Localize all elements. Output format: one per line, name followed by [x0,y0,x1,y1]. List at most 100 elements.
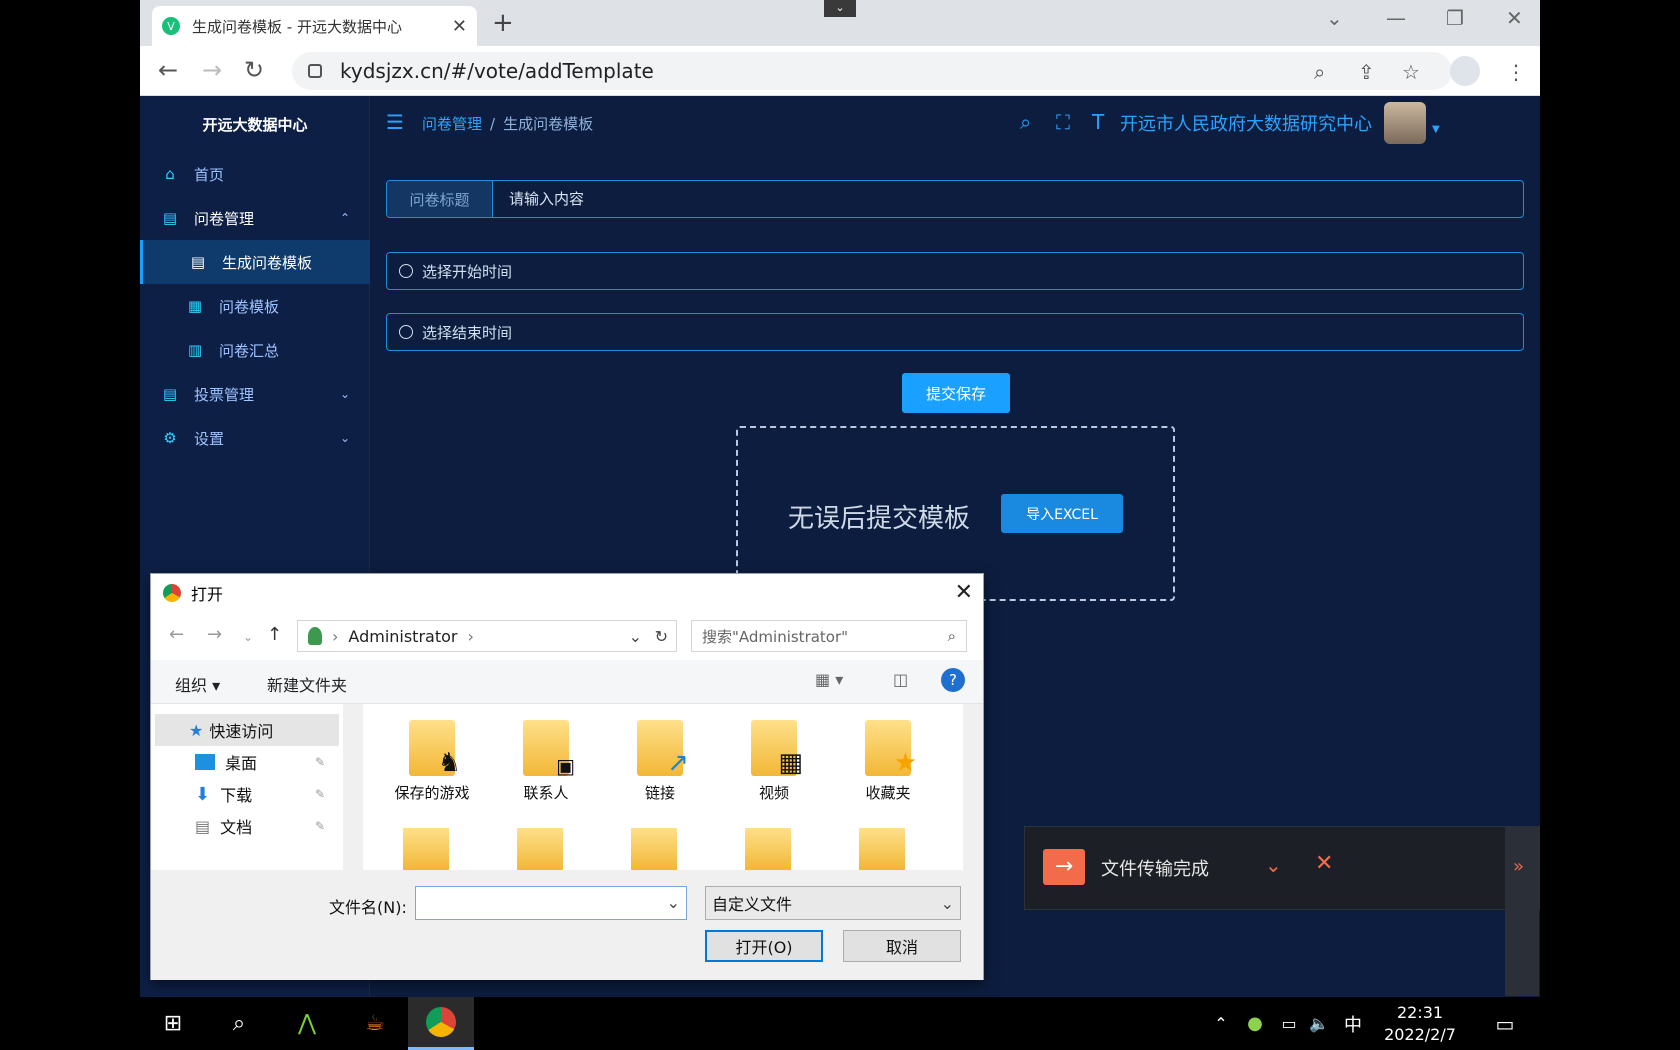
sidebar-item-home[interactable]: ⌂ 首页 [140,152,370,196]
folder-videos[interactable]: ▦ 视频 [721,720,827,803]
dialog-close-icon[interactable]: ✕ [955,580,973,605]
reload-icon[interactable]: ↻ [244,56,264,84]
app-green-icon[interactable]: ⋀ [282,997,332,1050]
pin-icon[interactable]: ✎ [315,787,325,801]
refresh-icon[interactable]: ↻ [655,627,668,646]
url-field[interactable]: kydsjzx.cn/#/vote/addTemplate [292,52,1452,90]
sidebar-item-survey-templates[interactable]: ▦ 问卷模板 [140,284,370,328]
collapse-menu-icon[interactable]: ☰ [386,110,404,134]
folder-saved-games[interactable]: ♞ 保存的游戏 [379,720,485,803]
folder-favorites[interactable]: ★ 收藏夹 [835,720,941,803]
pin-icon[interactable]: ✎ [315,755,325,769]
folder-links[interactable]: ↗ 链接 [607,720,713,803]
start-time-picker[interactable]: 选择开始时间 [386,252,1524,290]
downloads-item[interactable]: ⬇ 下载 ✎ [195,778,345,810]
organize-button[interactable]: 组织 ▾ [175,672,220,696]
documents-item[interactable]: ▤ 文档 ✎ [195,810,345,842]
folder-pictures-icon[interactable] [517,828,563,870]
font-size-icon[interactable]: T [1092,110,1104,134]
breadcrumb-separator: / [490,114,496,133]
clock[interactable]: 22:31 2022/2/7 [1378,1002,1462,1046]
folder-searches-icon[interactable] [403,828,449,870]
bookmark-star-icon[interactable]: ☆ [1402,60,1420,84]
zoom-icon[interactable]: ⌕ [1314,60,1325,84]
folder-music-icon[interactable] [859,828,905,870]
open-button[interactable]: 打开(O) [705,930,823,962]
network-icon[interactable]: ▭ [1274,997,1304,1050]
volume-muted-icon[interactable]: 🔈 [1304,997,1334,1050]
expand-icon[interactable]: » [1513,856,1524,877]
browser-tab[interactable]: V 生成问卷模板 - 开远大数据中心 ✕ [152,6,477,46]
path-segment[interactable]: Administrator [348,627,457,646]
menu-dots-icon[interactable]: ⋮ [1506,60,1526,84]
filename-input[interactable]: ⌄ [415,886,687,920]
survey-title-input[interactable] [493,181,1523,217]
tray-chevron-up-icon[interactable]: ⌃ [1206,997,1236,1050]
chevron-down-icon[interactable]: ⌄ [667,893,680,912]
desktop-item[interactable]: 桌面 ✎ [195,746,345,778]
filetype-select[interactable]: 自定义文件 ⌄ [705,886,961,920]
survey-title-label: 问卷标题 [387,181,493,217]
folder-icon: ▣ [523,720,575,778]
dialog-search-input[interactable]: 搜索"Administrator" ⌕ [691,620,967,652]
import-excel-button[interactable]: 导入EXCEL [1001,494,1123,533]
view-options-icon[interactable]: ▦ ▾ [815,670,843,689]
close-window-button[interactable]: ✕ [1506,6,1523,30]
submit-save-button[interactable]: 提交保存 [902,373,1010,413]
recent-chevron-icon[interactable]: ⌄ [243,630,253,644]
new-tab-button[interactable]: + [492,8,514,38]
ime-indicator[interactable]: 中 [1338,997,1368,1050]
fullscreen-icon[interactable]: ⛶ [1056,110,1070,134]
avatar[interactable] [1384,102,1426,144]
breadcrumb-parent[interactable]: 问卷管理 [422,113,482,134]
forward-icon[interactable]: → [202,56,222,84]
back-icon[interactable]: ← [158,56,178,84]
address-bar: ← → ↻ kydsjzx.cn/#/vote/addTemplate ⌕ ⇪ … [140,46,1540,96]
forward-icon[interactable]: → [207,624,222,645]
caret-down-icon[interactable]: ▼ [1432,124,1440,135]
search-icon[interactable]: ⌕ [214,997,264,1050]
desktop-icon [195,754,215,770]
pin-icon[interactable]: ✎ [315,819,325,833]
sidebar-item-vote-management[interactable]: ▤ 投票管理 ⌄ [140,372,370,416]
folder-documents-icon[interactable] [631,828,677,870]
clipboard-icon: ▤ [190,253,206,271]
folder-contacts[interactable]: ▣ 联系人 [493,720,599,803]
tab-search-chevron-icon[interactable]: ⌄ [824,0,856,17]
folder-downloads-icon[interactable] [745,828,791,870]
share-icon[interactable]: ⇪ [1358,60,1375,84]
preview-pane-icon[interactable]: ◫ [893,670,908,689]
chrome-taskbar-icon[interactable] [408,997,474,1050]
file-list-scrollbar[interactable] [963,704,983,870]
up-icon[interactable]: ↑ [267,624,282,645]
restore-button[interactable]: ❐ [1446,6,1464,30]
nav-pane-scrollbar[interactable] [343,704,363,870]
search-icon[interactable]: ⌕ [1020,110,1031,134]
help-icon[interactable]: ? [941,668,965,692]
back-icon[interactable]: ← [169,624,184,645]
close-tab-icon[interactable]: ✕ [452,16,467,37]
java-icon[interactable]: ☕ [350,997,400,1050]
quick-access-item[interactable]: ★ 快速访问 [155,714,339,746]
clipboard-icon: ▤ [162,209,178,227]
end-time-picker[interactable]: 选择结束时间 [386,313,1524,351]
search-placeholder: 搜索"Administrator" [702,627,849,646]
sidebar-item-survey-management[interactable]: ▤ 问卷管理 ⌃ [140,196,370,240]
sidebar-item-survey-summary[interactable]: ▥ 问卷汇总 [140,328,370,372]
start-windows-icon[interactable]: ⊞ [148,997,198,1050]
chevron-down-icon[interactable]: ⌄ [1265,853,1282,877]
new-folder-button[interactable]: 新建文件夹 [267,672,347,696]
folder-icon: ♞ [409,720,461,778]
close-icon[interactable]: ✕ [1315,851,1333,876]
tab-list-chevron-icon[interactable]: ⌄ [1326,6,1343,30]
user-folder-icon [308,627,322,645]
sidebar-item-generate-template[interactable]: ▤ 生成问卷模板 [140,240,370,284]
path-breadcrumb[interactable]: › Administrator › ⌄ ↻ [297,620,677,652]
profile-icon[interactable] [1450,56,1480,86]
notification-icon[interactable]: ▭ [1480,997,1530,1050]
sidebar-item-settings[interactable]: ⚙ 设置 ⌄ [140,416,370,460]
tray-app-icon[interactable]: ● [1240,997,1270,1050]
path-dropdown-icon[interactable]: ⌄ [629,627,642,646]
cancel-button[interactable]: 取消 [843,930,961,962]
minimize-button[interactable]: — [1386,6,1406,30]
